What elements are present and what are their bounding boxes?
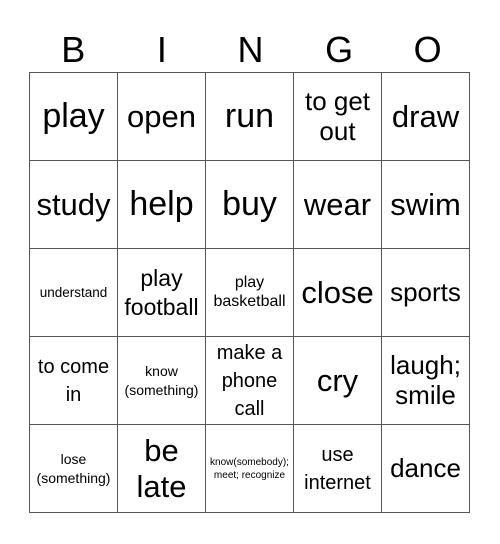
bingo-cell[interactable]: play basketball — [205, 248, 294, 337]
bingo-cell[interactable]: play football — [117, 248, 206, 337]
bingo-cell[interactable]: use internet — [293, 424, 382, 513]
grid-row: play open run to get out draw — [29, 72, 470, 161]
bingo-cell[interactable]: be late — [117, 424, 206, 513]
bingo-cell[interactable]: help — [117, 160, 206, 249]
header-letter-n: N — [237, 29, 264, 70]
bingo-cell[interactable]: draw — [381, 72, 470, 161]
bingo-cell[interactable]: know (something) — [117, 336, 206, 425]
bingo-cell[interactable]: buy — [205, 160, 294, 249]
header-letter-i: I — [156, 29, 167, 70]
bingo-cell[interactable]: wear — [293, 160, 382, 249]
bingo-cell[interactable]: make a phone call — [205, 336, 294, 425]
bingo-cell[interactable]: close — [293, 248, 382, 337]
bingo-cell[interactable]: understand — [29, 248, 118, 337]
bingo-cell[interactable]: to come in — [29, 336, 118, 425]
bingo-cell[interactable]: swim — [381, 160, 470, 249]
bingo-cell[interactable]: play — [29, 72, 118, 161]
bingo-cell[interactable]: know(somebody); meet; recognize — [205, 424, 294, 513]
bingo-cell[interactable]: to get out — [293, 72, 382, 161]
bingo-cell[interactable]: cry — [293, 336, 382, 425]
header-letter-g: G — [325, 29, 354, 70]
bingo-cell[interactable]: study — [29, 160, 118, 249]
bingo-header: B I N G O — [29, 28, 472, 72]
grid-row: study help buy wear swim — [29, 160, 470, 249]
grid-row: understand play football play basketball… — [29, 248, 470, 337]
bingo-grid: play open run to get out draw study help… — [29, 72, 470, 513]
grid-row: lose (something) be late know(somebody);… — [29, 424, 470, 513]
bingo-cell[interactable]: dance — [381, 424, 470, 513]
bingo-cell[interactable]: laugh; smile — [381, 336, 470, 425]
bingo-cell[interactable]: lose (something) — [29, 424, 118, 513]
bingo-cell[interactable]: run — [205, 72, 294, 161]
grid-row: to come in know (something) make a phone… — [29, 336, 470, 425]
header-letter-b: B — [61, 29, 86, 70]
bingo-cell[interactable]: sports — [381, 248, 470, 337]
bingo-cell[interactable]: open — [117, 72, 206, 161]
header-letter-o: O — [413, 29, 442, 70]
